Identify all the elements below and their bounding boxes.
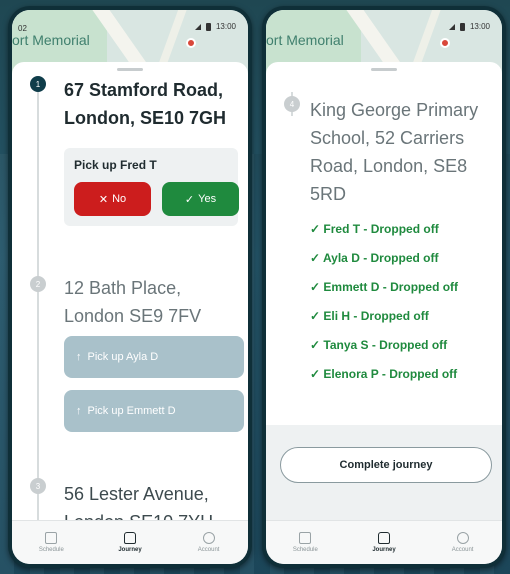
map-label: ort Memorial [12, 32, 90, 48]
stop-number-1: 1 [30, 76, 46, 92]
arrow-up-icon: ↑ [76, 405, 82, 417]
nav-account[interactable]: Account [179, 532, 239, 553]
nav-schedule[interactable]: Schedule [275, 532, 335, 553]
status-bar: 13:00 [448, 22, 490, 31]
signal-icon [194, 23, 201, 30]
dropped-item: ✓ Fred T - Dropped off [310, 222, 439, 236]
stop-address-2: 12 Bath Place, London SE9 7FV [64, 278, 202, 326]
pickup-confirm-card: Pick up Fred T ✕ No ✓ Yes [64, 148, 239, 226]
complete-journey-button[interactable]: Complete journey [280, 447, 492, 483]
nav-schedule[interactable]: Schedule [21, 532, 81, 553]
dropped-item: ✓ Tanya S - Dropped off [310, 338, 448, 352]
pickup-button-ayla[interactable]: ↑ Pick up Ayla D [64, 336, 244, 378]
pickup-prompt: Pick up Fred T [74, 158, 157, 172]
stop-address-1: 67 Stamford Road, London, SE10 7GH [64, 80, 227, 128]
sim-indicator: 02 [18, 24, 27, 33]
pickup-button-emmett[interactable]: ↑ Pick up Emmett D [64, 390, 244, 432]
status-bar: 13:00 [194, 22, 236, 31]
account-icon [202, 532, 215, 544]
battery-icon [205, 22, 211, 31]
no-button[interactable]: ✕ No [74, 182, 151, 216]
signal-icon [448, 23, 455, 30]
stop-number-4: 4 [284, 96, 300, 112]
dropped-item: ✓ Ayla D - Dropped off [310, 251, 439, 265]
action-area: Complete journey [266, 425, 502, 520]
location-pin-icon [440, 38, 450, 48]
journey-sheet[interactable]: 4 King George Primary School, 52 Carrier… [266, 62, 502, 520]
nav-journey[interactable]: Journey [100, 532, 160, 553]
car-icon [123, 532, 136, 544]
stop-number-3: 3 [30, 478, 46, 494]
calendar-icon [45, 532, 58, 544]
map-label: ort Memorial [266, 32, 344, 48]
timeline [37, 92, 39, 520]
screen-right: ort Memorial 13:00 4 King George Primary… [266, 10, 502, 564]
yes-button[interactable]: ✓ Yes [162, 182, 239, 216]
bottom-nav: Schedule Journey Account [266, 520, 502, 564]
bottom-nav: Schedule Journey Account [12, 520, 248, 564]
check-icon: ✓ [184, 193, 195, 206]
battery-icon [459, 22, 465, 31]
drag-handle[interactable] [371, 68, 397, 71]
stop-address-3: 56 Lester Avenue, London SE10 7YH [64, 484, 213, 520]
phone-right: ort Memorial 13:00 4 King George Primary… [262, 6, 506, 568]
screen-left: ort Memorial 02 13:00 1 67 Stamford Road… [12, 10, 248, 564]
arrow-up-icon: ↑ [76, 351, 82, 363]
nav-account[interactable]: Account [433, 532, 493, 553]
dropped-item: ✓ Eli H - Dropped off [310, 309, 429, 323]
dropped-item: ✓ Elenora P - Dropped off [310, 367, 458, 381]
calendar-icon [299, 532, 312, 544]
dropped-item: ✓ Emmett D - Dropped off [310, 280, 459, 294]
stop-number-2: 2 [30, 276, 46, 292]
clock: 13:00 [215, 22, 236, 31]
journey-sheet[interactable]: 1 67 Stamford Road, London, SE10 7GH Pic… [12, 62, 248, 520]
account-icon [456, 532, 469, 544]
close-icon: ✕ [98, 193, 109, 206]
nav-journey[interactable]: Journey [354, 532, 414, 553]
location-pin-icon [186, 38, 196, 48]
clock: 13:00 [469, 22, 490, 31]
car-icon [377, 532, 390, 544]
drag-handle[interactable] [117, 68, 143, 71]
phone-left: ort Memorial 02 13:00 1 67 Stamford Road… [8, 6, 252, 568]
stop-address-4: King George Primary School, 52 Carriers … [310, 100, 479, 204]
